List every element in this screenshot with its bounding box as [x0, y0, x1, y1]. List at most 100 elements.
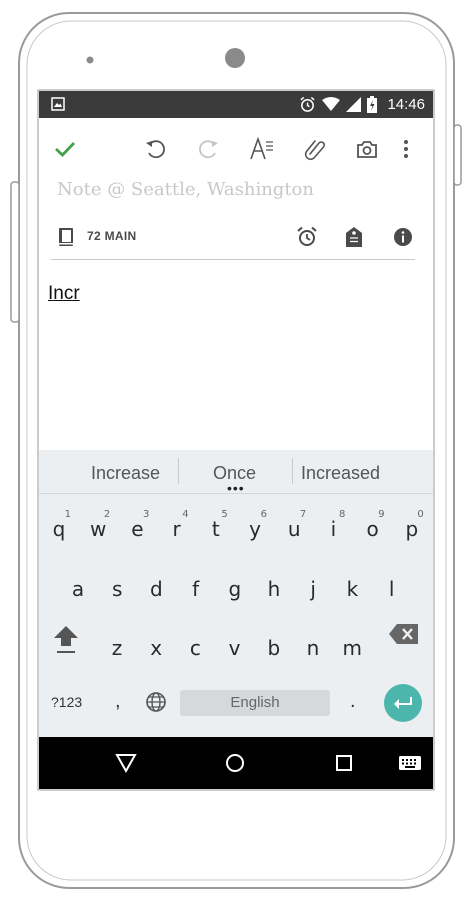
- key-b[interactable]: b: [256, 620, 292, 668]
- key-number-hint: 8: [339, 509, 346, 520]
- keyboard-switch-icon[interactable]: [399, 756, 421, 770]
- more-options-button[interactable]: [391, 134, 421, 164]
- key-label: f: [192, 577, 200, 601]
- shift-icon[interactable]: [52, 622, 80, 656]
- notebook-icon[interactable]: [57, 227, 75, 247]
- key-number-hint: 1: [64, 509, 71, 520]
- key-label: k: [346, 577, 359, 601]
- redo-button[interactable]: [194, 134, 224, 164]
- key-l[interactable]: l: [374, 561, 410, 609]
- suggestion-bar: Increase Once Increased •••: [39, 450, 433, 495]
- image-notification-icon: [51, 97, 65, 111]
- key-i[interactable]: i8: [315, 501, 351, 549]
- key-g[interactable]: g: [217, 561, 253, 609]
- key-label: e: [131, 517, 144, 541]
- key-label: h: [267, 577, 281, 601]
- suggestion-divider: [178, 458, 179, 484]
- space-key[interactable]: English: [180, 690, 330, 716]
- navigation-bar: [39, 737, 433, 789]
- key-label: u: [287, 517, 301, 541]
- backspace-icon[interactable]: [388, 623, 420, 645]
- key-number-hint: 2: [103, 509, 111, 520]
- key-label: v: [228, 636, 241, 660]
- more-suggestions-icon[interactable]: •••: [227, 481, 245, 495]
- globe-icon[interactable]: [145, 691, 167, 713]
- key-k[interactable]: k: [334, 561, 370, 609]
- note-body-text[interactable]: Incr: [48, 283, 80, 305]
- key-c[interactable]: c: [177, 620, 213, 668]
- key-f[interactable]: f: [178, 561, 214, 609]
- key-j[interactable]: j: [295, 561, 331, 609]
- key-q[interactable]: q1: [41, 501, 77, 549]
- key-label: x: [150, 636, 163, 660]
- enter-key[interactable]: [384, 684, 422, 722]
- key-label: d: [150, 577, 163, 601]
- key-z[interactable]: z: [99, 620, 135, 668]
- key-number-hint: 4: [182, 509, 189, 520]
- key-number-hint: 3: [143, 509, 150, 520]
- screen: 14:46 Note @ Seattle, Washington 72 MAIN…: [39, 91, 433, 789]
- key-e[interactable]: e3: [119, 501, 155, 549]
- period-key[interactable]: .: [350, 690, 356, 713]
- key-r[interactable]: r4: [159, 501, 195, 549]
- key-a[interactable]: a: [60, 561, 96, 609]
- redo-icon: [199, 140, 218, 159]
- key-v[interactable]: v: [217, 620, 253, 668]
- key-w[interactable]: w2: [80, 501, 116, 549]
- undo-icon: [146, 140, 165, 159]
- key-d[interactable]: d: [138, 561, 174, 609]
- key-n[interactable]: n: [295, 620, 331, 668]
- attach-button[interactable]: [300, 134, 330, 164]
- camera-icon: [357, 141, 377, 158]
- text-format-button[interactable]: [247, 134, 277, 164]
- done-button[interactable]: [50, 134, 80, 164]
- key-number-hint: 0: [417, 509, 424, 520]
- key-label: b: [267, 636, 281, 660]
- attachment-icon: [304, 140, 326, 161]
- camera-button[interactable]: [352, 134, 382, 164]
- info-icon[interactable]: [393, 227, 413, 247]
- notebook-label[interactable]: 72 MAIN: [87, 229, 136, 243]
- note-title-input[interactable]: Note @ Seattle, Washington: [57, 179, 314, 200]
- tag-icon[interactable]: [345, 226, 363, 248]
- key-o[interactable]: o9: [355, 501, 391, 549]
- checkmark-icon: [55, 142, 76, 157]
- key-y[interactable]: y6: [237, 501, 273, 549]
- home-icon[interactable]: [225, 753, 245, 773]
- suggestion-bar-border: [39, 493, 433, 494]
- undo-button[interactable]: [140, 134, 170, 164]
- key-s[interactable]: s: [99, 561, 135, 609]
- key-label: q: [52, 517, 66, 541]
- key-u[interactable]: u7: [276, 501, 312, 549]
- suggestion-3[interactable]: Increased: [301, 463, 380, 484]
- suggestion-1[interactable]: Increase: [91, 463, 160, 484]
- recents-icon[interactable]: [335, 754, 353, 772]
- key-x[interactable]: x: [138, 620, 174, 668]
- key-label: a: [71, 577, 85, 601]
- comma-key[interactable]: ,: [115, 690, 121, 713]
- key-label: r: [172, 517, 181, 541]
- key-h[interactable]: h: [256, 561, 292, 609]
- key-number-hint: 7: [299, 509, 307, 520]
- key-label: o: [366, 517, 379, 541]
- symbols-key[interactable]: ?123: [51, 694, 82, 710]
- key-m[interactable]: m: [334, 620, 370, 668]
- status-time: 14:46: [387, 96, 425, 113]
- key-label: m: [342, 636, 362, 660]
- suggestion-divider: [292, 458, 293, 484]
- reminder-alarm-icon[interactable]: [296, 226, 318, 248]
- soft-keyboard: Increase Once Increased ••• q1w2e3r4t5y6…: [39, 450, 433, 737]
- key-number-hint: 5: [221, 509, 228, 520]
- key-label: t: [211, 517, 220, 541]
- divider: [51, 259, 415, 260]
- key-number-hint: 9: [378, 509, 385, 520]
- note-toolbar: [39, 118, 433, 178]
- key-label: w: [90, 517, 107, 541]
- key-label: z: [111, 636, 123, 660]
- battery-icon: [367, 96, 378, 113]
- key-p[interactable]: p0: [394, 501, 430, 549]
- key-t[interactable]: t5: [198, 501, 234, 549]
- key-label: n: [306, 636, 320, 660]
- key-label: c: [189, 636, 201, 660]
- back-icon[interactable]: [115, 753, 137, 773]
